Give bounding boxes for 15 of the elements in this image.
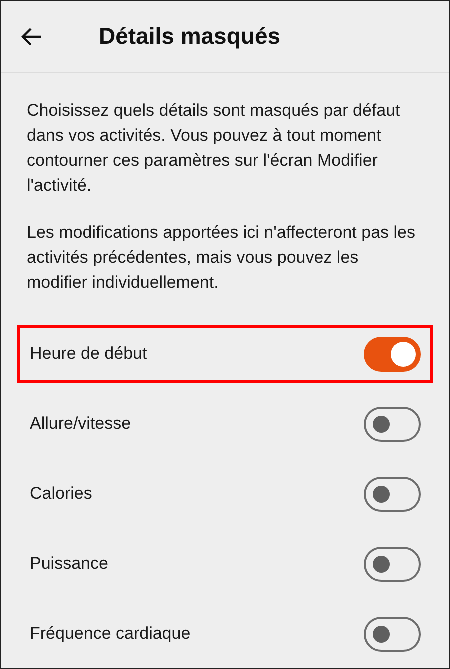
- back-arrow-icon: [21, 26, 43, 48]
- toggle-switch[interactable]: [364, 336, 421, 372]
- setting-label: Allure/vitesse: [30, 414, 132, 434]
- setting-label: Fréquence cardiaque: [30, 624, 191, 644]
- setting-label: Puissance: [30, 554, 108, 574]
- toggle-switch[interactable]: [364, 616, 421, 652]
- toggle-switch[interactable]: [364, 406, 421, 442]
- setting-label: Heure de début: [30, 344, 148, 364]
- toggle-switch[interactable]: [364, 476, 421, 512]
- page-title: Détails masqués: [99, 23, 281, 50]
- description-text: Choisissez quels détails sont masqués par défaut dans vos activités. Vous pouvez à tout moment contourner ces paramètres sur l'écran Modifier l'activité.: [27, 100, 402, 197]
- back-button[interactable]: [21, 26, 43, 48]
- description-text: Les modifications apportées ici n'affecteront pas les activités précédentes, mais vous pouvez les modifier individuellement.: [27, 222, 416, 294]
- setting-label: Calories: [30, 484, 92, 504]
- toggle-switch[interactable]: [364, 546, 421, 582]
